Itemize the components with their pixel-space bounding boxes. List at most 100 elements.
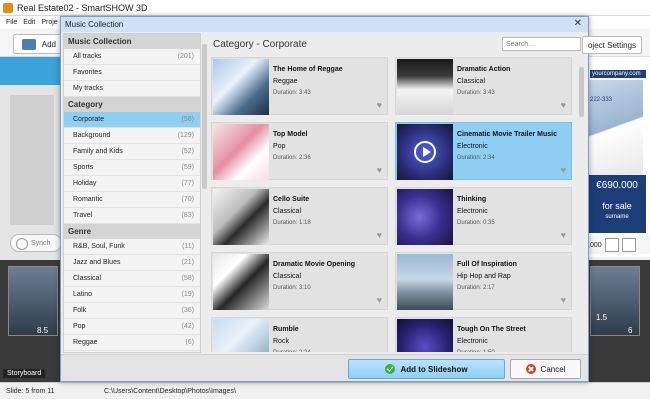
sidebar-collection-item[interactable]: All tracks (201) [64, 49, 200, 65]
sidebar-genre-item[interactable]: Reggae (6) [64, 335, 200, 351]
track-card[interactable]: Top Model Pop Duration: 2:36 ♥ [211, 122, 388, 180]
track-thumbnail [213, 124, 269, 180]
sidebar-collection-item[interactable]: Favorites [64, 65, 200, 81]
sidebar-genre-item-label: Pop [73, 323, 86, 330]
play-icon[interactable] [414, 141, 436, 163]
track-duration: Duration: 1:18 [273, 220, 311, 226]
sidebar-collection-item[interactable]: My tracks [64, 81, 200, 97]
track-card[interactable]: Tough On The Street Electronic Duration: 1… [395, 317, 572, 352]
sidebar-category-item[interactable]: Family and Kids (52) [64, 144, 200, 160]
heart-icon[interactable]: ♥ [377, 165, 382, 175]
app-window: Real Estate02 - SmartSHOW 3D File Edit P… [0, 0, 650, 399]
track-card[interactable]: Cello Suite Classical Duration: 1:18 ♥ [211, 187, 388, 245]
track-card[interactable]: Dramatic Action Classical Duration: 3:43 ♥ [395, 57, 572, 115]
camera-snapshot-icon[interactable] [604, 238, 619, 252]
track-duration: Duration: 2:17 [457, 285, 495, 291]
sidebar-header-category: Category [64, 97, 200, 112]
preview-phone-text: 222-333 [590, 97, 613, 103]
sidebar-genre-item-label: R&B, Soul, Funk [73, 243, 125, 250]
music-sidebar: Music Collection All tracks (201) Favorite… [63, 33, 201, 353]
track-thumbnail [213, 189, 269, 245]
track-scroll-thumb[interactable] [579, 67, 584, 117]
preview-name-text: surname [605, 214, 629, 220]
track-title: Cinematic Movie Trailer Music [457, 131, 557, 138]
sidebar-category-item[interactable]: Holiday (77) [64, 176, 200, 192]
heart-icon[interactable]: ♥ [377, 100, 382, 110]
preview-value: ,000 [588, 241, 602, 249]
sidebar-category-item[interactable]: Sports (59) [64, 160, 200, 176]
title-bar: Real Estate02 - SmartSHOW 3D [0, 0, 650, 16]
heart-icon[interactable]: ♥ [561, 230, 566, 240]
project-settings-button[interactable]: oject Settings [582, 36, 642, 54]
slide-info: Slide: 5 from 11 [6, 387, 55, 395]
cancel-button[interactable]: Cancel [510, 359, 581, 379]
sidebar-category-item-count: (129) [177, 132, 194, 139]
track-card[interactable]: Thinking Electronic Duration: 0:35 ♥ [395, 187, 572, 245]
heart-icon[interactable]: ♥ [561, 100, 566, 110]
track-duration: Duration: 1:50 [457, 350, 495, 352]
track-card[interactable]: Full Of Inspiration Hip Hop and Rap Durati… [395, 252, 572, 310]
preview-company-text: yourcompany.com [590, 70, 646, 78]
track-card[interactable]: The Home of Reggae Reggae Duration: 3:43 ♥ [211, 57, 388, 115]
slide-right-index: 6 [628, 326, 633, 335]
track-title: Tough On The Street [457, 326, 526, 333]
sidebar-category-item-count: (59) [181, 164, 194, 171]
sidebar-category-item-label: Background [73, 132, 111, 139]
search-input[interactable] [502, 37, 581, 51]
menu-file[interactable]: File [6, 19, 17, 26]
heart-icon[interactable]: ♥ [377, 230, 382, 240]
track-genre: Reggae [273, 78, 298, 85]
sidebar-genre-item[interactable]: Classical (58) [64, 271, 200, 287]
track-card[interactable]: Dramatic Movie Opening Classical Duration:… [211, 252, 388, 310]
add-to-slideshow-button[interactable]: Add to Slideshow [348, 359, 505, 379]
preview-controls: ,000 [588, 236, 650, 254]
sidebar-scroll-thumb[interactable] [202, 44, 207, 189]
sidebar-header-collection: Music Collection [64, 34, 200, 49]
track-thumbnail [397, 254, 453, 310]
close-icon[interactable]: ✕ [574, 19, 582, 29]
sidebar-genre-item-label: Latino [73, 291, 93, 298]
track-genre: Electronic [457, 143, 488, 150]
menu-project[interactable]: Proje [41, 19, 57, 26]
check-icon [385, 364, 396, 374]
heart-icon[interactable]: ♥ [377, 295, 382, 305]
sidebar-category-item[interactable]: Travel (83) [64, 208, 200, 224]
fullscreen-icon[interactable] [621, 238, 636, 252]
track-duration: Duration: 3:43 [273, 90, 311, 96]
sidebar-category-item[interactable]: Corporate (58) [64, 112, 200, 128]
sidebar-genre-item[interactable]: R&B, Soul, Funk (11) [64, 239, 200, 255]
track-thumbnail [397, 319, 453, 352]
add-label: Add [41, 39, 56, 49]
track-scrollbar[interactable] [579, 57, 585, 352]
sidebar-genre-item[interactable]: Folk (36) [64, 303, 200, 319]
sidebar-category-item[interactable]: Romantic (70) [64, 192, 200, 208]
track-card[interactable]: Cinematic Movie Trailer Music Electronic D… [395, 122, 572, 180]
sidebar-header-genre: Genre [64, 224, 200, 239]
storyboard-slide-right[interactable] [590, 266, 640, 336]
sidebar-genre-item[interactable]: Pop (42) [64, 319, 200, 335]
track-duration: Duration: 0:35 [457, 220, 495, 226]
dialog-title-bar: Music Collection ✕ [61, 17, 588, 32]
storyboard-tab[interactable]: Storyboard [3, 369, 46, 378]
heart-icon[interactable]: ♥ [561, 295, 566, 305]
sidebar-genre-item-count: (42) [181, 323, 194, 330]
storyboard-slide-left[interactable] [8, 266, 58, 336]
heart-icon[interactable]: ♥ [561, 165, 566, 175]
track-genre: Electronic [457, 208, 488, 215]
preview-price: €690.000 [588, 175, 646, 197]
sidebar-category-item-label: Travel [73, 212, 93, 219]
preview-sale-text: for sale [602, 201, 632, 211]
menu-edit[interactable]: Edit [23, 19, 35, 26]
sync-button[interactable]: Synch [10, 234, 62, 252]
track-card[interactable]: RumbleRockDuration: 2:24♥ [211, 317, 388, 352]
sidebar-scrollbar[interactable] [202, 34, 208, 352]
sidebar-category-item[interactable]: Background (129) [64, 128, 200, 144]
sidebar-category-item-label: Family and Kids [73, 148, 123, 155]
track-title: Top Model [273, 131, 308, 138]
sidebar-genre-item[interactable]: Jazz and Blues (21) [64, 255, 200, 271]
sidebar-genre-item[interactable]: Latino (19) [64, 287, 200, 303]
camera-icon [22, 39, 36, 50]
add-photos-button[interactable]: Add [13, 34, 63, 54]
track-duration: Duration: 2:36 [273, 155, 311, 161]
sidebar-collection-item-label: All tracks [73, 53, 102, 60]
